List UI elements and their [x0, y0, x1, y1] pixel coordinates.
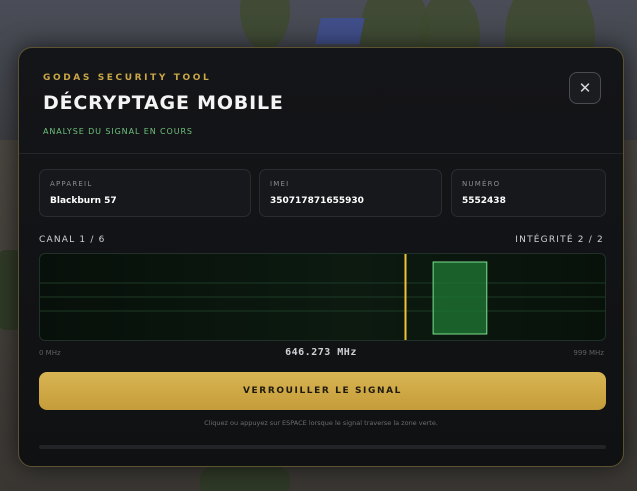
imei-value: 350717871655930: [270, 196, 364, 206]
status-subtitle: ANALYSE DU SIGNAL EN COURS: [43, 127, 193, 136]
integrity-label: INTÉGRITÉ 2 / 2: [515, 235, 604, 245]
header-divider: [19, 153, 623, 154]
progress-track: [39, 445, 606, 449]
signal-scope[interactable]: [39, 253, 606, 341]
channel-label: CANAL 1 / 6: [39, 235, 106, 245]
frequency-readout: 646.273 MHz: [285, 347, 357, 358]
tool-name: GODAS SECURITY TOOL: [43, 73, 212, 83]
imei-label: IMEI: [270, 180, 290, 188]
scope-graphic: [40, 254, 605, 340]
device-value: Blackburn 57: [50, 196, 117, 206]
device-card: APPAREIL Blackburn 57: [39, 169, 251, 217]
modal-title: DÉCRYPTAGE MOBILE: [43, 92, 284, 114]
number-card: NUMÉRO 5552438: [451, 169, 606, 217]
device-label: APPAREIL: [50, 180, 93, 188]
close-icon: ✕: [578, 79, 592, 97]
close-button[interactable]: ✕: [569, 72, 601, 104]
number-label: NUMÉRO: [462, 180, 501, 188]
decryption-modal: GODAS SECURITY TOOL DÉCRYPTAGE MOBILE AN…: [18, 47, 624, 467]
number-value: 5552438: [462, 196, 506, 206]
target-zone: [432, 261, 488, 335]
backdrop-flag: [315, 18, 365, 44]
instruction-hint: Cliquez ou appuyez sur ESPACE lorsque le…: [204, 419, 438, 427]
imei-card: IMEI 350717871655930: [259, 169, 442, 217]
lock-signal-button[interactable]: VERROUILLER LE SIGNAL: [39, 372, 606, 410]
range-max-label: 999 MHz: [573, 349, 604, 357]
